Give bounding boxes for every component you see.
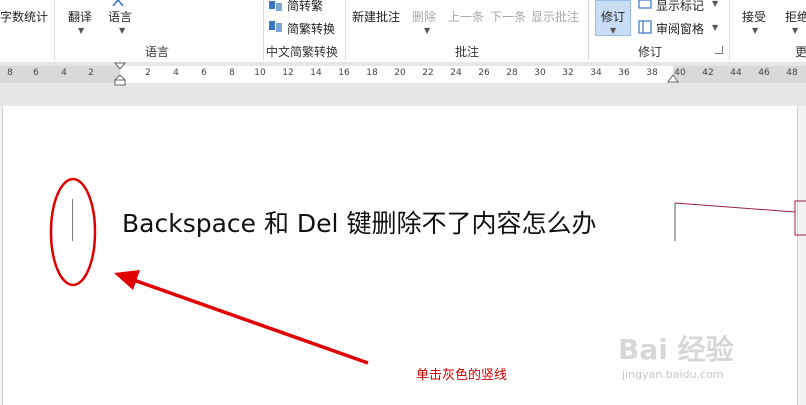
watermark-logo: Bai 经验: [618, 333, 734, 366]
watermark-url: jingyan.baidu.com: [622, 368, 724, 381]
pointer-arrow-head-icon: [114, 270, 140, 290]
annotation-caption: 单击灰色的竖线: [416, 368, 508, 383]
pointer-arrow-shaft: [127, 276, 369, 365]
comment-balloon[interactable]: [794, 200, 806, 236]
comment-connector-line: [674, 202, 796, 213]
highlight-ellipse: [49, 177, 97, 287]
